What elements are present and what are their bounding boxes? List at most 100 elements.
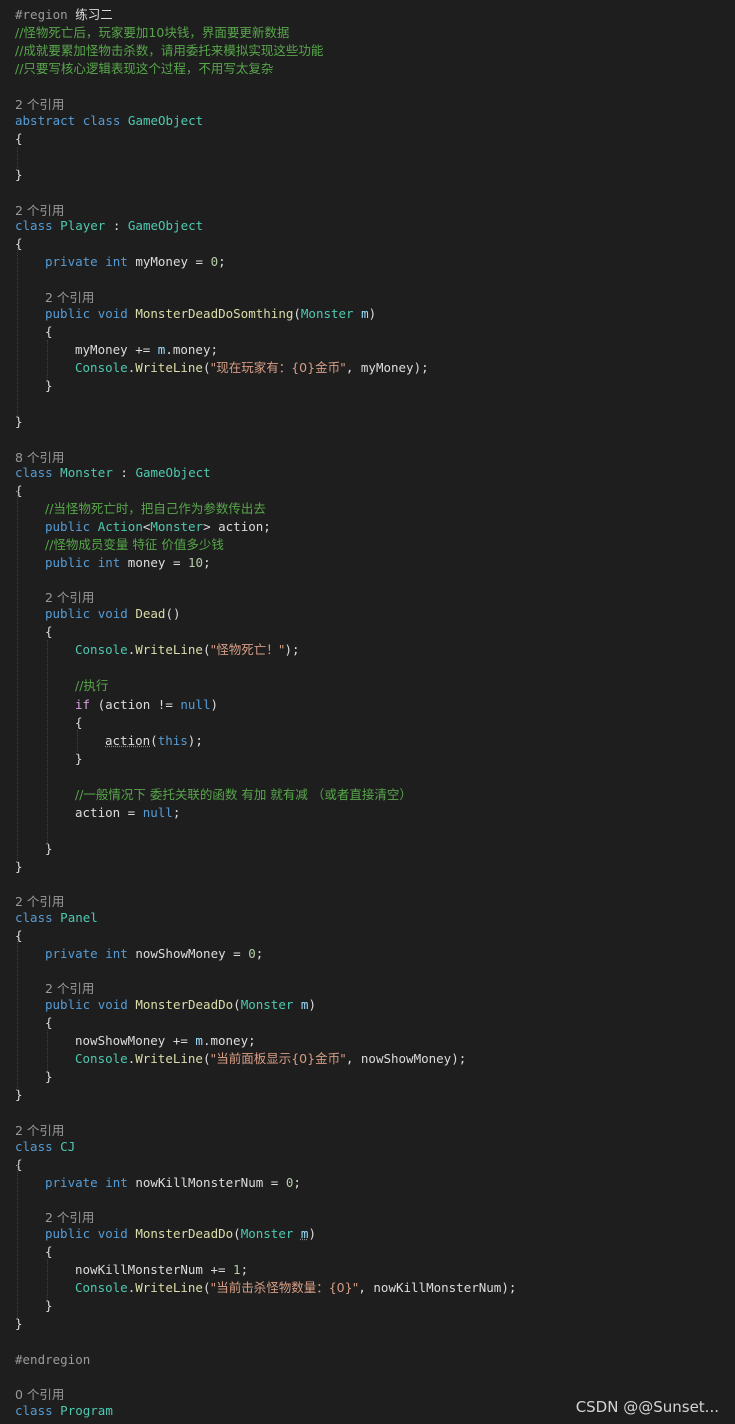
indent-guide [17, 935, 18, 1090]
code-token: Program [60, 1403, 113, 1418]
code-token: void [97, 306, 128, 321]
code-token: int [105, 254, 128, 269]
code-token: ; [172, 805, 181, 820]
code-token: GameObject [127, 218, 204, 233]
code-line: private int myMoney = 0; [45, 254, 226, 270]
code-line: { [45, 624, 53, 640]
code-line: } [45, 378, 53, 394]
code-token: Dead [135, 606, 166, 621]
code-token: public [45, 306, 91, 321]
code-token: ); [284, 642, 300, 657]
code-line: { [45, 324, 53, 340]
code-token: ( [233, 1226, 241, 1241]
code-token: , myMoney); [345, 360, 429, 375]
codelens-references[interactable]: 2 个引用 [45, 590, 94, 606]
code-line: { [15, 131, 23, 147]
code-token: this [157, 733, 188, 748]
code-token: () [165, 606, 181, 621]
code-token: MonsterDeadDoSomthing [135, 306, 294, 321]
code-token: //当怪物死亡时，把自己作为参数传出去 [45, 501, 266, 516]
code-token: action [105, 733, 151, 748]
code-line: class CJ [15, 1139, 75, 1155]
code-editor[interactable]: #region 练习二 //怪物死亡后，玩家要加10块钱，界面要更新数据 //成就要… [0, 0, 735, 1424]
code-token: { [45, 1015, 53, 1030]
code-token: GameObject [127, 113, 204, 128]
code-line: class Monster : GameObject [15, 465, 211, 481]
indent-guide [17, 1164, 18, 1318]
code-line: { [45, 1015, 53, 1031]
code-line: public void MonsterDeadDo(Monster m) [45, 1226, 316, 1242]
code-token: public [45, 606, 91, 621]
code-line: { [45, 1244, 53, 1260]
code-token: int [97, 555, 121, 570]
codelens-references[interactable]: 0 个引用 [15, 1387, 64, 1403]
code-token: Monster [240, 1226, 294, 1241]
code-line: //成就要累加怪物击杀数，请用委托来模拟实现这些功能 [15, 43, 323, 59]
code-token: "现在玩家有：{0}金币" [210, 360, 346, 375]
code-line: #region 练习二 [15, 7, 113, 23]
code-token: .money; [165, 342, 219, 357]
code-token: 2 个引用 [45, 590, 95, 605]
code-token: Monster [300, 306, 354, 321]
code-token: Panel [60, 910, 98, 925]
code-token: public [45, 1226, 91, 1241]
code-line: class Program [15, 1403, 113, 1419]
indent-guide [17, 147, 18, 170]
code-token: money = [120, 555, 188, 570]
code-token: } [45, 378, 53, 393]
code-token: class [15, 218, 53, 233]
codelens-references[interactable]: 2 个引用 [15, 894, 64, 910]
code-token: nowKillMonsterNum = [127, 1175, 286, 1190]
code-token: ( [233, 997, 241, 1012]
indent-guide [47, 1259, 48, 1300]
code-token: #region [15, 7, 76, 22]
code-token: int [105, 1175, 128, 1190]
code-token: "当前击杀怪物数量：{0}" [210, 1280, 359, 1295]
code-token: ) [368, 306, 377, 321]
code-token: { [75, 715, 83, 730]
code-line: } [45, 1298, 53, 1314]
code-token: { [15, 131, 23, 146]
codelens-references[interactable]: 2 个引用 [45, 1210, 94, 1226]
code-line: class Player : GameObject [15, 218, 203, 234]
code-token: ; [255, 946, 264, 961]
code-token: MonsterDeadDo [135, 1226, 234, 1241]
code-token: //只要写核心逻辑表现这个过程，不用写太复杂 [15, 61, 274, 76]
code-token: 练习二 [75, 7, 113, 22]
code-token: myMoney += [75, 342, 158, 357]
code-token: MonsterDeadDo [135, 997, 234, 1012]
code-line: nowShowMoney += m.money; [75, 1033, 256, 1049]
code-token: abstract [15, 113, 76, 128]
code-token: { [45, 1244, 53, 1259]
code-token: if [75, 697, 91, 712]
code-token: ( [293, 306, 301, 321]
code-token: ; [240, 1262, 249, 1277]
code-token: } [45, 1069, 53, 1084]
code-token: void [97, 606, 128, 621]
code-line: Console.WriteLine("当前面板显示{0}金币", nowShow… [75, 1051, 466, 1067]
code-token: 1 [233, 1262, 241, 1277]
code-token: ) [210, 697, 219, 712]
code-token: nowShowMoney += [75, 1033, 196, 1048]
codelens-references[interactable]: 2 个引用 [15, 97, 64, 113]
code-line: //怪物成员变量 特征 价值多少钱 [45, 537, 224, 553]
codelens-references[interactable]: 2 个引用 [15, 1123, 64, 1139]
codelens-references[interactable]: 2 个引用 [45, 981, 94, 997]
codelens-references[interactable]: 8 个引用 [15, 450, 64, 466]
code-token: WriteLine [135, 1051, 203, 1066]
code-token: ); [187, 733, 203, 748]
code-token: public [45, 519, 91, 534]
code-token: "当前面板显示{0}金币" [210, 1051, 346, 1066]
code-token: int [105, 946, 128, 961]
code-token: 2 个引用 [15, 97, 65, 112]
code-line: #endregion [15, 1352, 90, 1368]
codelens-references[interactable]: 2 个引用 [45, 290, 94, 306]
codelens-references[interactable]: 2 个引用 [15, 203, 64, 219]
code-token: 8 个引用 [15, 450, 65, 465]
code-token: Monster [60, 465, 113, 480]
